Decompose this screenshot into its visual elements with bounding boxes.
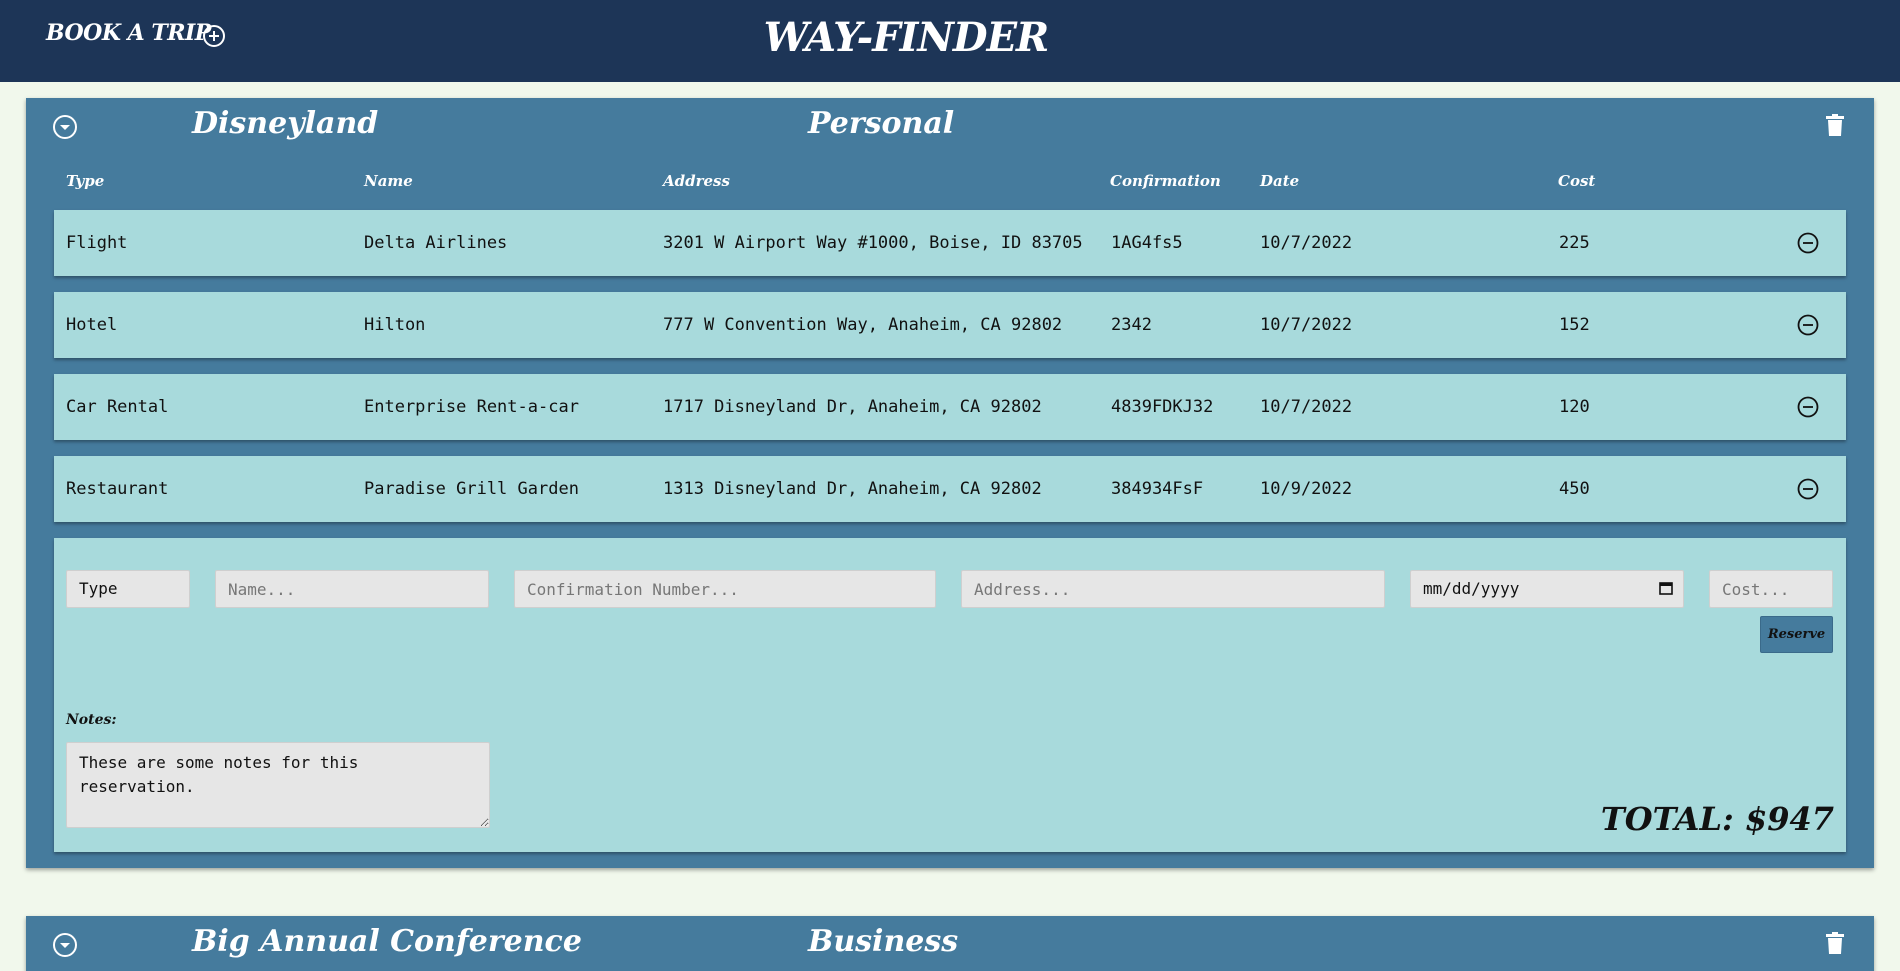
- trip-total: TOTAL: $947: [1600, 800, 1834, 838]
- trip-category: Business: [808, 924, 959, 959]
- reservation-address: 1313 Disneyland Dr, Anaheim, CA 92802: [663, 479, 1042, 499]
- reservation-row: Hotel Hilton 777 W Convention Way, Anahe…: [54, 292, 1846, 358]
- notes-label: Notes:: [66, 712, 117, 728]
- chevron-down-circle-icon[interactable]: [52, 932, 78, 958]
- trip-card: Big Annual Conference Business: [26, 916, 1874, 971]
- reservation-address: 777 W Convention Way, Anaheim, CA 92802: [663, 315, 1063, 335]
- column-header-type: Type: [66, 172, 105, 190]
- minus-circle-icon[interactable]: [1796, 477, 1820, 501]
- reservation-type: Restaurant: [66, 479, 169, 499]
- reservation-date: 10/7/2022: [1260, 233, 1353, 253]
- column-header-cost: Cost: [1558, 172, 1596, 190]
- reservation-name: Paradise Grill Garden: [364, 479, 579, 499]
- confirmation-input[interactable]: [514, 570, 936, 608]
- name-input[interactable]: [215, 570, 489, 608]
- new-reservation-form: Type mm/dd/yyyy Reserve Notes: These are…: [54, 538, 1846, 852]
- reservation-row: Flight Delta Airlines 3201 W Airport Way…: [54, 210, 1846, 276]
- reservation-confirmation: 1AG4fs5: [1111, 233, 1183, 253]
- column-header-date: Date: [1260, 172, 1300, 190]
- reservation-name: Delta Airlines: [364, 233, 508, 253]
- date-placeholder: mm/dd/yyyy: [1423, 579, 1520, 598]
- reservation-address: 3201 W Airport Way #1000, Boise, ID 8370…: [663, 233, 1083, 253]
- reservation-type: Car Rental: [66, 397, 169, 417]
- trash-icon[interactable]: [1826, 114, 1844, 136]
- reservation-name: Hilton: [364, 315, 426, 335]
- trip-title: Disneyland: [192, 106, 379, 141]
- reservation-date: 10/9/2022: [1260, 479, 1353, 499]
- reservation-confirmation: 384934FsF: [1111, 479, 1204, 499]
- calendar-icon[interactable]: [1659, 581, 1673, 595]
- top-navbar: BOOK A TRIP WAY-FINDER: [0, 0, 1900, 82]
- reservation-cost: 225: [1559, 233, 1590, 253]
- trip-category: Personal: [808, 106, 955, 141]
- minus-circle-icon[interactable]: [1796, 395, 1820, 419]
- reservation-type: Hotel: [66, 315, 118, 335]
- trip-title: Big Annual Conference: [192, 924, 582, 959]
- column-header-address: Address: [663, 172, 730, 190]
- trip-card: Disneyland Personal Type Name Address Co…: [26, 98, 1874, 868]
- reservation-type: Flight: [66, 233, 128, 253]
- reservation-confirmation: 2342: [1111, 315, 1152, 335]
- reservation-confirmation: 4839FDKJ32: [1111, 397, 1214, 417]
- reservation-row: Car Rental Enterprise Rent-a-car 1717 Di…: [54, 374, 1846, 440]
- reserve-button[interactable]: Reserve: [1760, 616, 1833, 653]
- reservation-date: 10/7/2022: [1260, 315, 1353, 335]
- minus-circle-icon[interactable]: [1796, 231, 1820, 255]
- app-brand-title: WAY-FINDER: [763, 14, 1050, 61]
- reservation-row: Restaurant Paradise Grill Garden 1313 Di…: [54, 456, 1846, 522]
- column-header-confirmation: Confirmation: [1110, 172, 1221, 190]
- column-header-name: Name: [364, 172, 413, 190]
- reservation-address: 1717 Disneyland Dr, Anaheim, CA 92802: [663, 397, 1042, 417]
- reservation-cost: 120: [1559, 397, 1590, 417]
- cost-input[interactable]: [1709, 570, 1833, 608]
- notes-textarea[interactable]: These are some notes for this reservatio…: [66, 742, 490, 828]
- minus-circle-icon[interactable]: [1796, 313, 1820, 337]
- reservation-cost: 450: [1559, 479, 1590, 499]
- trash-icon[interactable]: [1826, 932, 1844, 954]
- chevron-down-circle-icon[interactable]: [52, 114, 78, 140]
- reservation-date: 10/7/2022: [1260, 397, 1353, 417]
- type-select[interactable]: Type: [66, 570, 190, 608]
- reservation-name: Enterprise Rent-a-car: [364, 397, 579, 417]
- date-input[interactable]: mm/dd/yyyy: [1410, 570, 1684, 608]
- reservation-cost: 152: [1559, 315, 1590, 335]
- address-input[interactable]: [961, 570, 1385, 608]
